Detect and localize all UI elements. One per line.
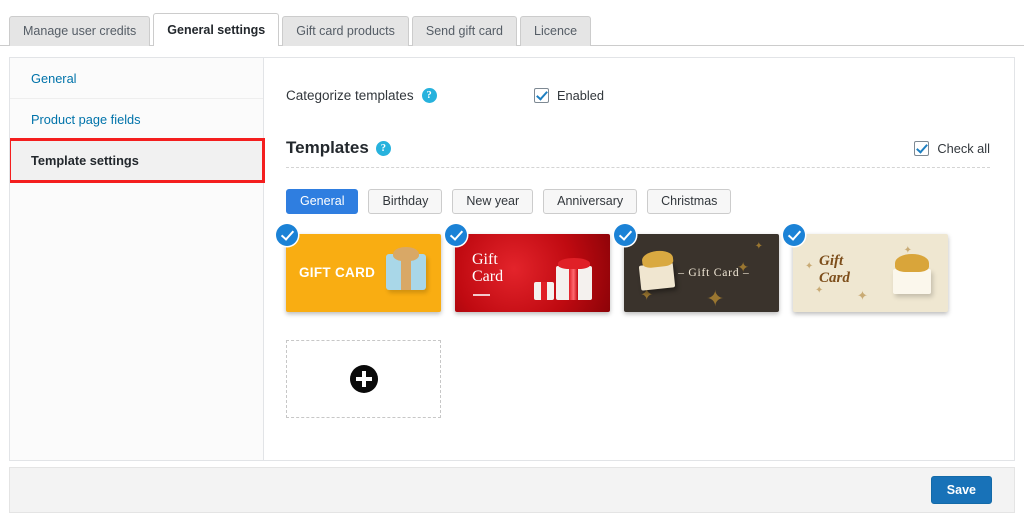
gift-bow-graphic — [895, 254, 929, 272]
categorize-enabled-label: Enabled — [557, 87, 604, 103]
sidebar-item-general[interactable]: General — [10, 58, 263, 99]
template-card-text: Gift Card — [819, 253, 850, 286]
tab-general-settings[interactable]: General settings — [153, 13, 280, 46]
category-button-christmas[interactable]: Christmas — [647, 189, 732, 214]
decorative-rule — [473, 294, 490, 296]
template-card-dark-gift-card[interactable]: ✦ ✦ ✦ ✦ – Gift Card – — [614, 224, 779, 312]
categorize-templates-label: Categorize templates ? — [286, 87, 534, 103]
template-thumbnail: ✦ ✦ ✦ ✦ Gift Card — [793, 234, 948, 312]
check-all-checkbox[interactable]: Check all — [914, 140, 990, 156]
admin-settings-page: Manage user credits General settings Gif… — [0, 0, 1024, 513]
template-card-text-line2: Card — [472, 267, 504, 285]
settings-sidebar: General Product page fields Template set… — [10, 58, 265, 460]
tab-manage-user-credits[interactable]: Manage user credits — [9, 16, 151, 46]
template-card-red-gift-card[interactable]: Gift Card — [445, 224, 610, 312]
template-card-text: Gift Card — [472, 251, 504, 286]
checkbox-box[interactable] — [914, 140, 930, 156]
tab-send-gift-card[interactable]: Send gift card — [411, 16, 518, 46]
save-button[interactable]: Save — [930, 476, 992, 504]
template-grid: GIFT CARD Gift Card ✦ ✦ ✦ ✦ – Gift Card … — [276, 224, 990, 418]
gift-bow-graphic — [558, 258, 590, 269]
page-footer: Save — [9, 467, 1015, 513]
categorize-templates-row: Categorize templates ? Enabled — [286, 84, 990, 106]
star-icon: ✦ — [706, 286, 725, 311]
template-card-orange-gift-card[interactable]: GIFT CARD — [276, 224, 441, 312]
star-icon: ✦ — [805, 261, 814, 272]
template-card-text: GIFT CARD — [299, 265, 376, 280]
category-button-new-year[interactable]: New year — [452, 189, 534, 214]
gift-box-graphic — [893, 269, 931, 294]
category-button-general[interactable]: General — [286, 189, 359, 214]
template-card-text: – Gift Card – — [678, 267, 750, 279]
checkbox-box[interactable] — [534, 87, 549, 103]
selected-check-badge-icon[interactable] — [276, 224, 298, 246]
template-thumbnail: ✦ ✦ ✦ ✦ – Gift Card – — [624, 234, 779, 312]
check-all-label: Check all — [937, 140, 990, 156]
templates-header: Templates ? Check all — [286, 138, 990, 168]
add-template-button[interactable] — [286, 340, 441, 418]
star-icon: ✦ — [754, 241, 763, 252]
templates-title: Templates ? — [286, 138, 391, 158]
sidebar-item-product-page-fields[interactable]: Product page fields — [10, 99, 263, 140]
plus-circle-icon[interactable] — [349, 365, 378, 393]
template-thumbnail: GIFT CARD — [286, 234, 441, 312]
tab-gift-card-products[interactable]: Gift card products — [282, 16, 409, 46]
gift-bow-graphic — [393, 247, 419, 261]
gift-box-large-graphic — [556, 266, 592, 300]
star-icon: ✦ — [857, 288, 868, 303]
selected-check-badge-icon[interactable] — [783, 224, 805, 246]
template-card-text-line1: Gift — [819, 253, 844, 269]
help-circle-icon[interactable]: ? — [375, 140, 391, 156]
sidebar-item-template-settings[interactable]: Template settings — [10, 138, 265, 183]
top-tab-bar: Manage user credits General settings Gif… — [0, 0, 1024, 46]
tab-licence[interactable]: Licence — [520, 16, 592, 46]
categorize-templates-text: Categorize templates — [286, 87, 414, 103]
selected-check-badge-icon[interactable] — [614, 224, 636, 246]
template-thumbnail: Gift Card — [455, 234, 610, 312]
template-card-text-line2: Card — [819, 269, 850, 286]
template-card-cream-gift-card[interactable]: ✦ ✦ ✦ ✦ Gift Card — [783, 224, 948, 312]
category-button-anniversary[interactable]: Anniversary — [543, 189, 638, 214]
star-icon: ✦ — [815, 285, 824, 296]
selected-check-badge-icon[interactable] — [445, 224, 467, 246]
template-card-text-line1: Gift — [472, 251, 498, 268]
gift-box-small-graphic — [534, 282, 554, 300]
settings-content: Categorize templates ? Enabled Templates… — [264, 58, 1014, 460]
templates-title-text: Templates — [286, 138, 369, 157]
categorize-enabled-checkbox[interactable]: Enabled — [534, 87, 604, 103]
template-category-filters: General Birthday New year Anniversary Ch… — [286, 189, 990, 214]
category-button-birthday[interactable]: Birthday — [368, 189, 443, 214]
settings-panel: General Product page fields Template set… — [9, 57, 1015, 461]
help-circle-icon[interactable]: ? — [421, 87, 437, 103]
